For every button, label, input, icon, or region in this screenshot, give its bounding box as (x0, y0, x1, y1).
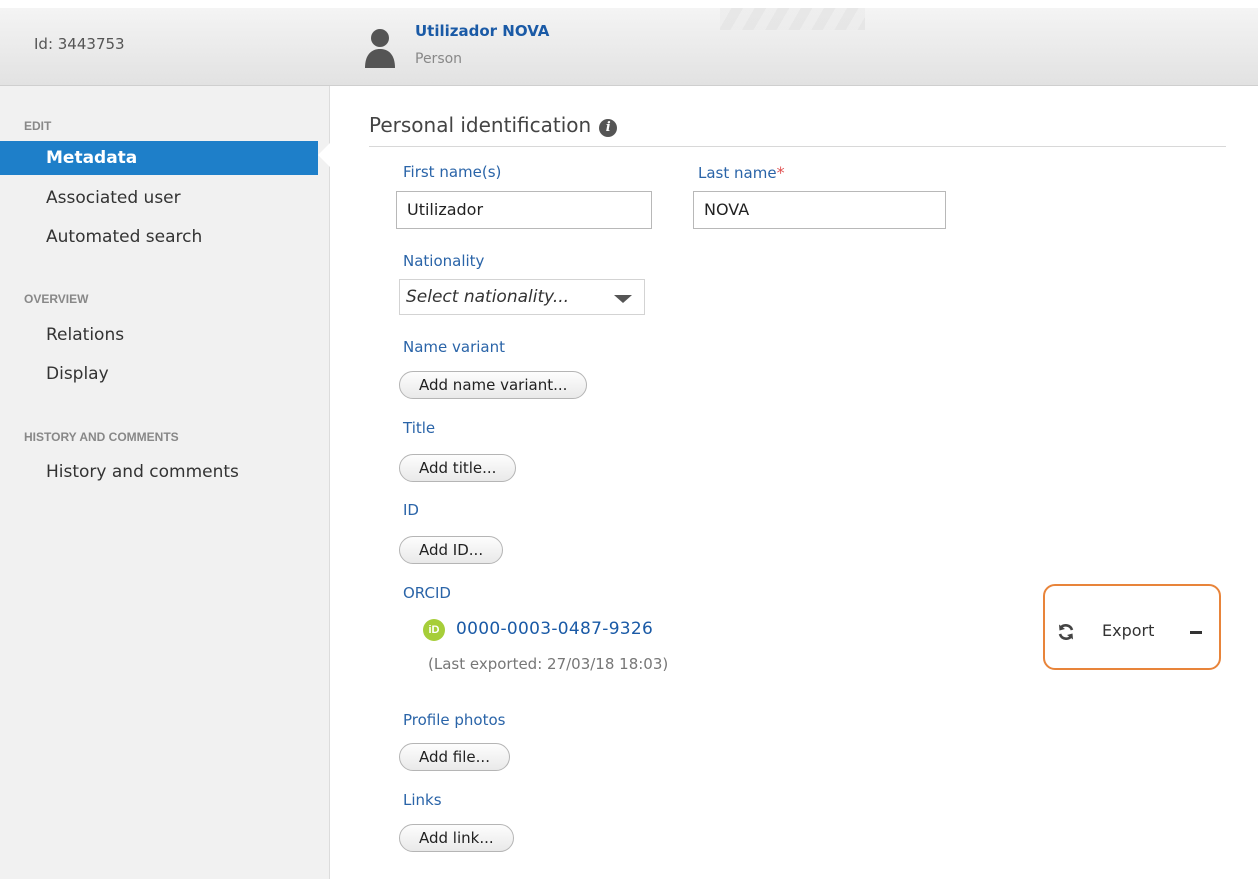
info-icon[interactable]: i (599, 119, 618, 137)
section-title-text: Personal identification (369, 113, 592, 137)
section-title: Personal identification i (369, 113, 618, 137)
person-icon (365, 29, 395, 68)
orcid-label: ORCID (403, 584, 451, 602)
add-title-button[interactable]: Add title... (399, 454, 517, 482)
profile-photos-label: Profile photos (403, 711, 506, 729)
page-header: Id: 3443753 Utilizador NOVA Person (0, 0, 1258, 86)
sidebar-item-associated-user[interactable]: Associated user (0, 181, 318, 215)
orcid-link[interactable]: 0000-0003-0487-9326 (456, 619, 653, 639)
record-id: Id: 3443753 (34, 35, 125, 53)
last-name-label-text: Last name (698, 164, 777, 182)
active-item-pointer (318, 143, 330, 167)
sidebar-item-automated-search[interactable]: Automated search (0, 220, 318, 254)
refresh-icon[interactable] (1056, 622, 1076, 642)
sidebar-section-overview: OVERVIEW (24, 292, 89, 306)
sidebar-section-edit: EDIT (24, 119, 52, 133)
add-id-button[interactable]: Add ID... (399, 536, 504, 564)
person-name: Utilizador NOVA (415, 22, 550, 40)
orcid-icon: iD (423, 619, 445, 641)
add-name-variant-button[interactable]: Add name variant... (399, 371, 588, 399)
add-link-button[interactable]: Add link... (399, 824, 514, 852)
nationality-select[interactable]: Select nationality... (399, 279, 645, 315)
sidebar-section-history: HISTORY AND COMMENTS (24, 430, 179, 444)
nationality-placeholder: Select nationality... (406, 287, 570, 307)
sidebar-item-metadata[interactable]: Metadata (0, 141, 318, 175)
header-decoration (720, 8, 865, 30)
id-label: ID (403, 501, 419, 519)
minus-icon[interactable] (1190, 631, 1202, 634)
add-file-button[interactable]: Add file... (399, 743, 510, 771)
first-name-label: First name(s) (403, 163, 502, 181)
section-divider (369, 146, 1226, 147)
header-topline (0, 0, 1258, 8)
required-mark: * (776, 163, 785, 182)
last-name-label: Last name* (698, 163, 785, 182)
export-button[interactable]: Export (1102, 621, 1154, 640)
first-name-input[interactable]: Utilizador (396, 191, 652, 229)
sidebar: EDIT Metadata Associated user Automated … (0, 86, 330, 879)
name-variant-label: Name variant (403, 338, 506, 356)
nationality-label: Nationality (403, 252, 485, 270)
sidebar-item-relations[interactable]: Relations (0, 318, 318, 352)
last-name-input[interactable]: NOVA (693, 191, 946, 229)
title-label: Title (403, 419, 436, 437)
sidebar-item-history-and-comments[interactable]: History and comments (0, 455, 318, 489)
links-label: Links (403, 791, 442, 809)
sidebar-item-display[interactable]: Display (0, 357, 318, 391)
orcid-last-exported: (Last exported: 27/03/18 18:03) (428, 655, 669, 673)
chevron-down-icon (614, 295, 632, 303)
person-type: Person (415, 51, 463, 67)
